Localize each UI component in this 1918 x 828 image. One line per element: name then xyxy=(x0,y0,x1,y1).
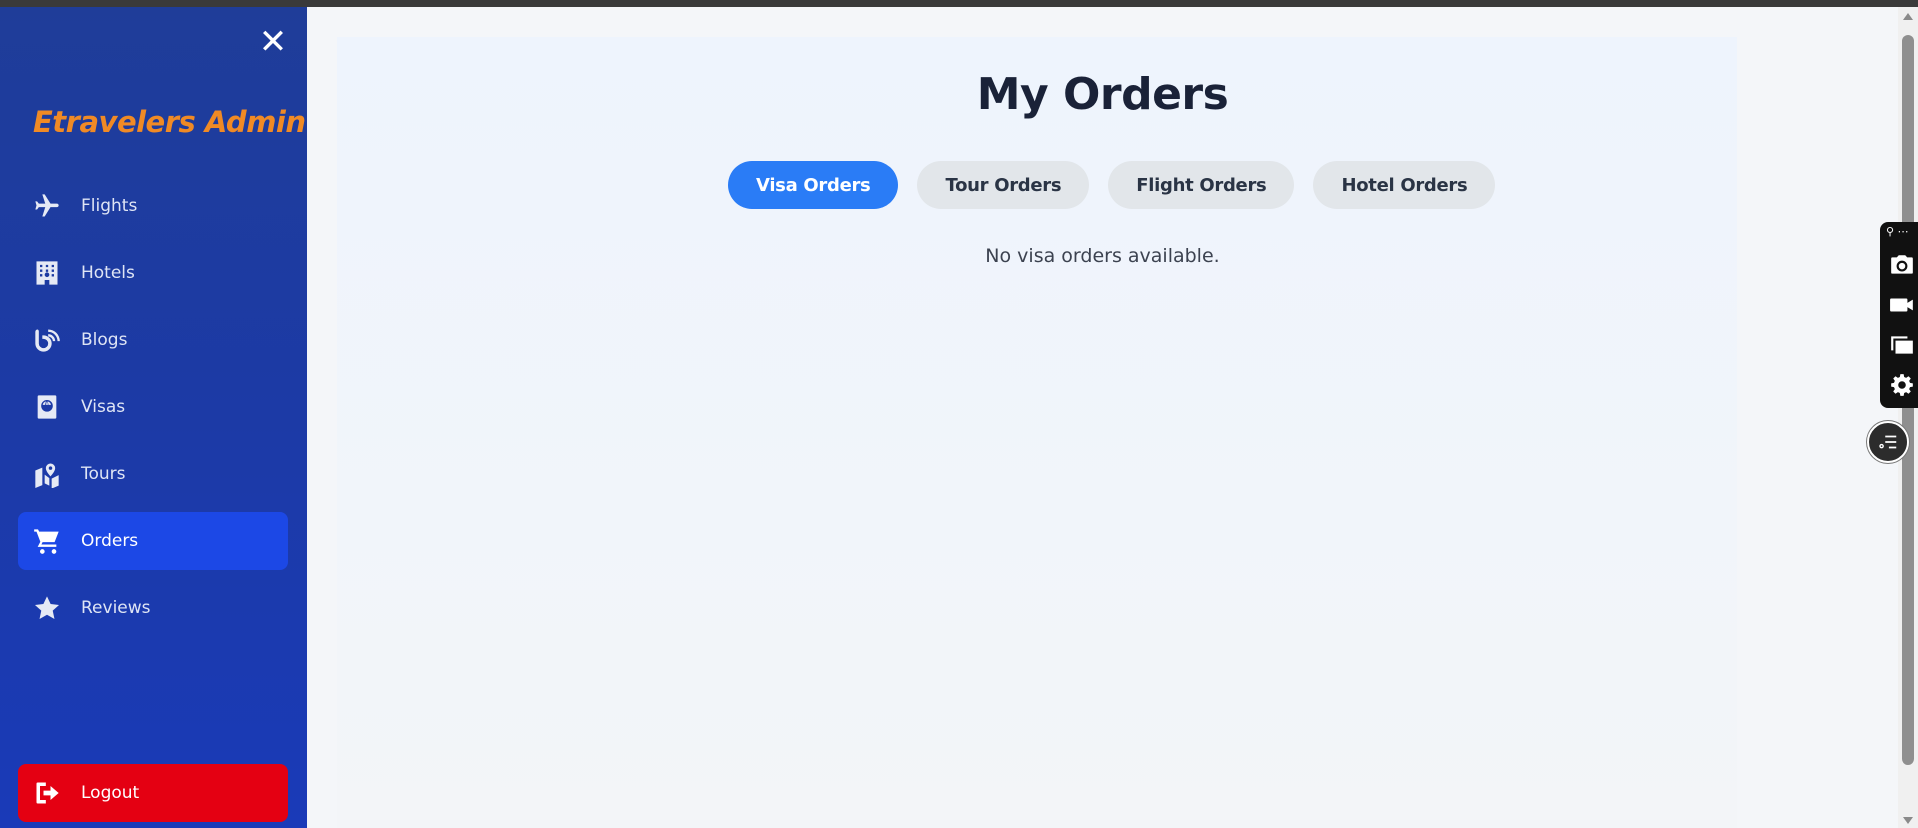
sidebar-item-hotels[interactable]: Hotels xyxy=(18,244,288,302)
sidebar-item-label: Tours xyxy=(81,464,126,484)
order-tabs: Visa Orders Tour Orders Flight Orders Ho… xyxy=(728,161,1496,209)
tab-visa-orders[interactable]: Visa Orders xyxy=(728,161,899,209)
sidebar-item-label: Flights xyxy=(81,196,138,216)
content-panel xyxy=(337,37,1737,828)
floating-capture-toolbar: ⚲ ⋯ xyxy=(1880,222,1918,408)
close-sidebar-button[interactable]: ✕ xyxy=(258,25,288,59)
sidebar-item-label: Blogs xyxy=(81,330,128,350)
empty-state-message: No visa orders available. xyxy=(985,245,1220,267)
tab-tour-orders[interactable]: Tour Orders xyxy=(917,161,1090,209)
map-icon xyxy=(32,459,62,489)
brand-title: Etravelers Admin xyxy=(33,105,306,139)
browser-top-strip xyxy=(0,0,1918,7)
page-title: My Orders xyxy=(976,69,1229,120)
blog-icon xyxy=(32,325,62,355)
scroll-up-arrow-icon[interactable] xyxy=(1903,13,1913,20)
sidebar-item-reviews[interactable]: Reviews xyxy=(18,579,288,637)
sidebar-item-label: Orders xyxy=(81,531,139,551)
gear-icon[interactable] xyxy=(1887,370,1917,400)
tab-flight-orders[interactable]: Flight Orders xyxy=(1108,161,1295,209)
task-list-icon[interactable] xyxy=(1867,421,1909,463)
logout-icon xyxy=(32,778,62,808)
main-content: My Orders Visa Orders Tour Orders Flight… xyxy=(307,7,1898,828)
windows-icon[interactable] xyxy=(1887,330,1917,360)
sidebar-item-blogs[interactable]: Blogs xyxy=(18,311,288,369)
tab-hotel-orders[interactable]: Hotel Orders xyxy=(1313,161,1496,209)
video-camera-icon[interactable] xyxy=(1887,290,1917,320)
sidebar-item-label: Hotels xyxy=(81,263,135,283)
sidebar-item-label: Visas xyxy=(81,397,126,417)
passport-icon xyxy=(32,392,62,422)
logout-label: Logout xyxy=(81,783,140,803)
cart-icon xyxy=(32,526,62,556)
sidebar-item-label: Reviews xyxy=(81,598,151,618)
sidebar-nav: Flights Hotels Blogs Visas Tours Orders … xyxy=(18,177,288,646)
logout-button[interactable]: Logout xyxy=(18,764,288,822)
star-icon xyxy=(32,593,62,623)
more-options-icon[interactable]: ⚲ ⋯ xyxy=(1886,226,1909,238)
sidebar-item-flights[interactable]: Flights xyxy=(18,177,288,235)
scroll-down-arrow-icon[interactable] xyxy=(1903,817,1913,824)
camera-icon[interactable] xyxy=(1887,250,1917,280)
hotel-icon xyxy=(32,258,62,288)
sidebar: ✕ Etravelers Admin Flights Hotels Blogs … xyxy=(0,7,307,828)
plane-icon xyxy=(32,191,62,221)
vertical-scrollbar[interactable] xyxy=(1898,7,1918,828)
sidebar-item-visas[interactable]: Visas xyxy=(18,378,288,436)
sidebar-item-tours[interactable]: Tours xyxy=(18,445,288,503)
sidebar-item-orders[interactable]: Orders xyxy=(18,512,288,570)
